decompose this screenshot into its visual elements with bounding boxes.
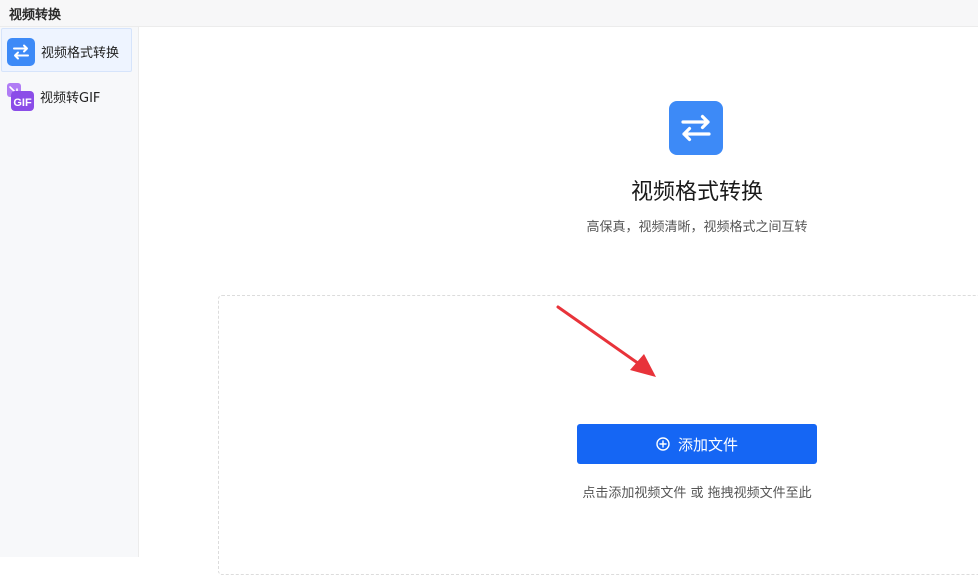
title-bar: 视频转换 [0, 0, 978, 27]
sidebar-item-video-to-gif[interactable]: GIF 视频转GIF [1, 74, 132, 118]
sidebar: 视频格式转换 GIF 视频转GIF [0, 27, 139, 557]
sidebar-item-label: 视频格式转换 [41, 46, 120, 61]
swap-arrows-icon [7, 38, 35, 66]
add-file-button[interactable]: 添加文件 [577, 424, 817, 464]
drop-hint: 点击添加视频文件 或 拖拽视频文件至此 [582, 486, 812, 501]
svg-text:GIF: GIF [13, 97, 32, 109]
red-arrow-icon [556, 305, 656, 377]
add-file-label: 添加文件 [677, 435, 738, 454]
sidebar-item-video-format-convert[interactable]: 视频格式转换 [1, 28, 132, 72]
window-title: 视频转换 [9, 8, 62, 23]
gif-icon: GIF [7, 83, 34, 111]
page-subtitle: 高保真，视频清晰，视频格式之间互转 [586, 220, 808, 235]
sidebar-item-label: 视频转GIF [40, 91, 101, 106]
plus-circle-icon [656, 437, 670, 451]
page-title: 视频格式转换 [630, 180, 763, 205]
swap-arrows-icon [669, 101, 723, 155]
